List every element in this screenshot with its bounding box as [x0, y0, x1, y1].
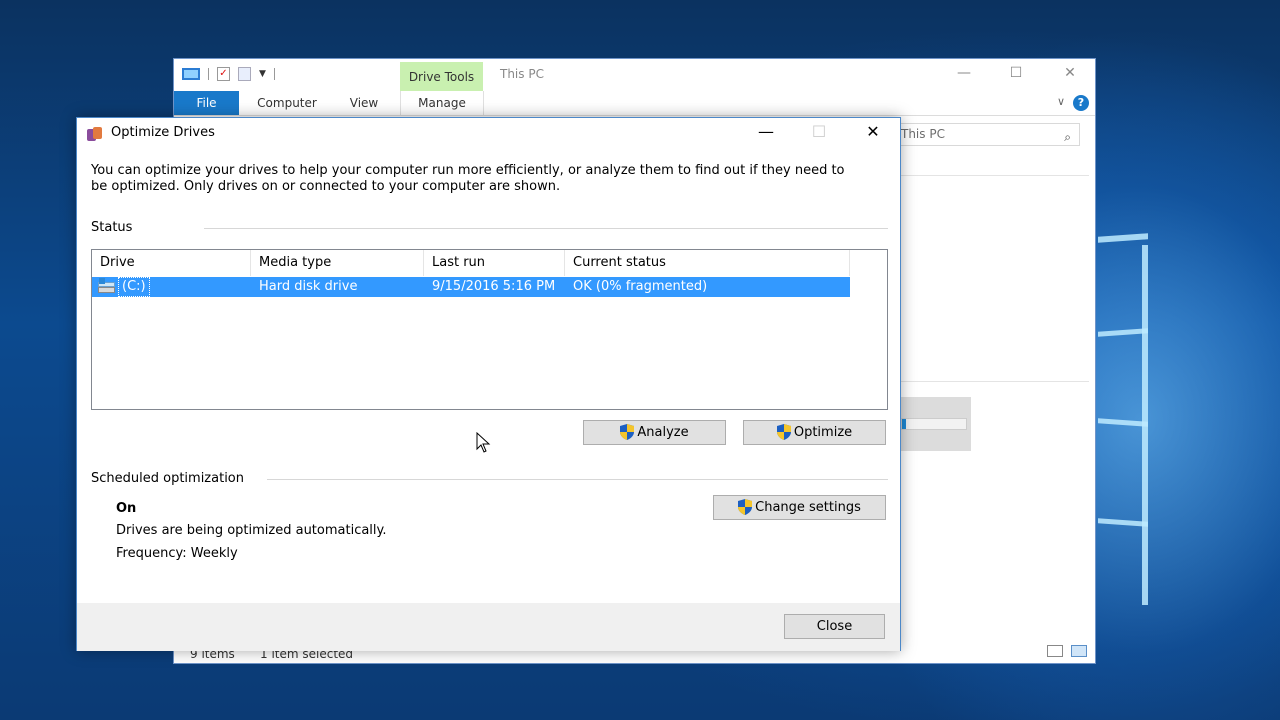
windows-logo-beam: [1098, 328, 1148, 337]
drive-row[interactable]: (C:) Hard disk drive 9/15/2016 5:16 PM O…: [92, 277, 850, 297]
uac-shield-icon: [776, 424, 791, 440]
change-settings-label: Change settings: [755, 500, 861, 515]
tab-file[interactable]: File: [174, 91, 239, 115]
search-input-text: This PC: [901, 127, 945, 141]
analyze-button[interactable]: Analyze: [583, 420, 726, 445]
schedule-frequency: Frequency: Weekly: [116, 546, 238, 561]
column-header-drive[interactable]: Drive: [92, 250, 251, 276]
help-icon[interactable]: ?: [1073, 95, 1089, 111]
explorer-divider: [901, 381, 1089, 382]
drive-usage-fill: [902, 419, 906, 429]
explorer-maximize-button[interactable]: ☐: [1001, 65, 1031, 81]
explorer-close-button[interactable]: ✕: [1055, 65, 1085, 81]
column-header-last-run[interactable]: Last run: [424, 250, 565, 276]
last-run-cell: 9/15/2016 5:16 PM: [432, 279, 556, 294]
tab-view[interactable]: View: [339, 91, 389, 115]
tab-computer[interactable]: Computer: [247, 91, 327, 115]
uac-shield-icon: [620, 424, 635, 440]
intro-text: You can optimize your drives to help you…: [91, 163, 845, 194]
windows-logo-beam: [1098, 518, 1148, 527]
media-type-cell: Hard disk drive: [259, 279, 358, 294]
details-view-icon[interactable]: [1047, 645, 1063, 657]
dialog-footer: [77, 603, 900, 651]
windows-logo-beam: [1098, 418, 1148, 427]
schedule-state: On: [116, 501, 137, 516]
properties-icon[interactable]: ✓: [217, 67, 230, 81]
dialog-titlebar[interactable]: Optimize Drives — ☐ ✕: [77, 118, 900, 149]
mouse-cursor-icon: [476, 432, 491, 453]
explorer-titlebar[interactable]: ✓ ▼ Drive Tools This PC — ☐ ✕: [174, 59, 1095, 91]
hard-drive-icon: [98, 278, 115, 293]
schedule-description: Drives are being optimized automatically…: [116, 523, 387, 538]
section-divider: [204, 228, 888, 229]
analyze-label: Analyze: [637, 425, 689, 440]
explorer-title: This PC: [500, 67, 544, 81]
list-header: Drive Media type Last run Current status: [92, 250, 850, 276]
current-status-cell: OK (0% fragmented): [573, 279, 708, 294]
windows-logo-beam: [1142, 245, 1148, 605]
view-toggle: [1047, 645, 1087, 657]
new-folder-icon[interactable]: [238, 67, 251, 81]
column-header-current-status[interactable]: Current status: [565, 250, 850, 276]
drive-cell: (C:): [92, 277, 251, 297]
explorer-divider: [901, 175, 1089, 176]
ribbon-expand-icon[interactable]: ∨: [1057, 95, 1065, 108]
customize-toolbar-icon[interactable]: ▼: [259, 69, 266, 79]
drives-list[interactable]: Drive Media type Last run Current status…: [91, 249, 888, 410]
close-button[interactable]: Close: [784, 614, 885, 639]
explorer-minimize-button[interactable]: —: [949, 65, 979, 81]
optimize-drives-dialog[interactable]: Optimize Drives — ☐ ✕ You can optimize y…: [76, 117, 901, 651]
drive-name: (C:): [118, 277, 150, 297]
tab-manage[interactable]: Manage: [400, 91, 484, 115]
ribbon-tabs: File Computer View Manage: [174, 91, 1095, 116]
toolbar-separator: [208, 68, 209, 80]
change-settings-button[interactable]: Change settings: [713, 495, 886, 520]
status-section-label: Status: [91, 220, 133, 235]
search-icon[interactable]: ⌕: [1064, 127, 1071, 148]
defrag-app-icon: [87, 127, 103, 141]
optimize-button[interactable]: Optimize: [743, 420, 886, 445]
optimize-label: Optimize: [793, 425, 853, 440]
dialog-title: Optimize Drives: [111, 125, 215, 140]
column-header-media-type[interactable]: Media type: [251, 250, 424, 276]
scheduled-section-label: Scheduled optimization: [91, 471, 245, 486]
tiles-view-icon[interactable]: [1071, 645, 1087, 657]
section-divider: [267, 479, 888, 480]
dialog-close-button[interactable]: ✕: [858, 122, 888, 141]
windows-logo-beam: [1098, 233, 1148, 243]
this-pc-icon: [182, 68, 200, 80]
dialog-maximize-button: ☐: [811, 122, 827, 141]
search-input[interactable]: This PC ⌕: [890, 123, 1080, 146]
dialog-minimize-button[interactable]: —: [751, 122, 781, 141]
quick-access-toolbar: ✓ ▼: [182, 67, 275, 81]
uac-shield-icon: [738, 499, 753, 515]
drive-usage-bar: [901, 418, 967, 430]
drive-tools-context-label: Drive Tools: [400, 62, 483, 91]
toolbar-separator: [273, 68, 275, 80]
drive-tile[interactable]: [901, 397, 971, 451]
